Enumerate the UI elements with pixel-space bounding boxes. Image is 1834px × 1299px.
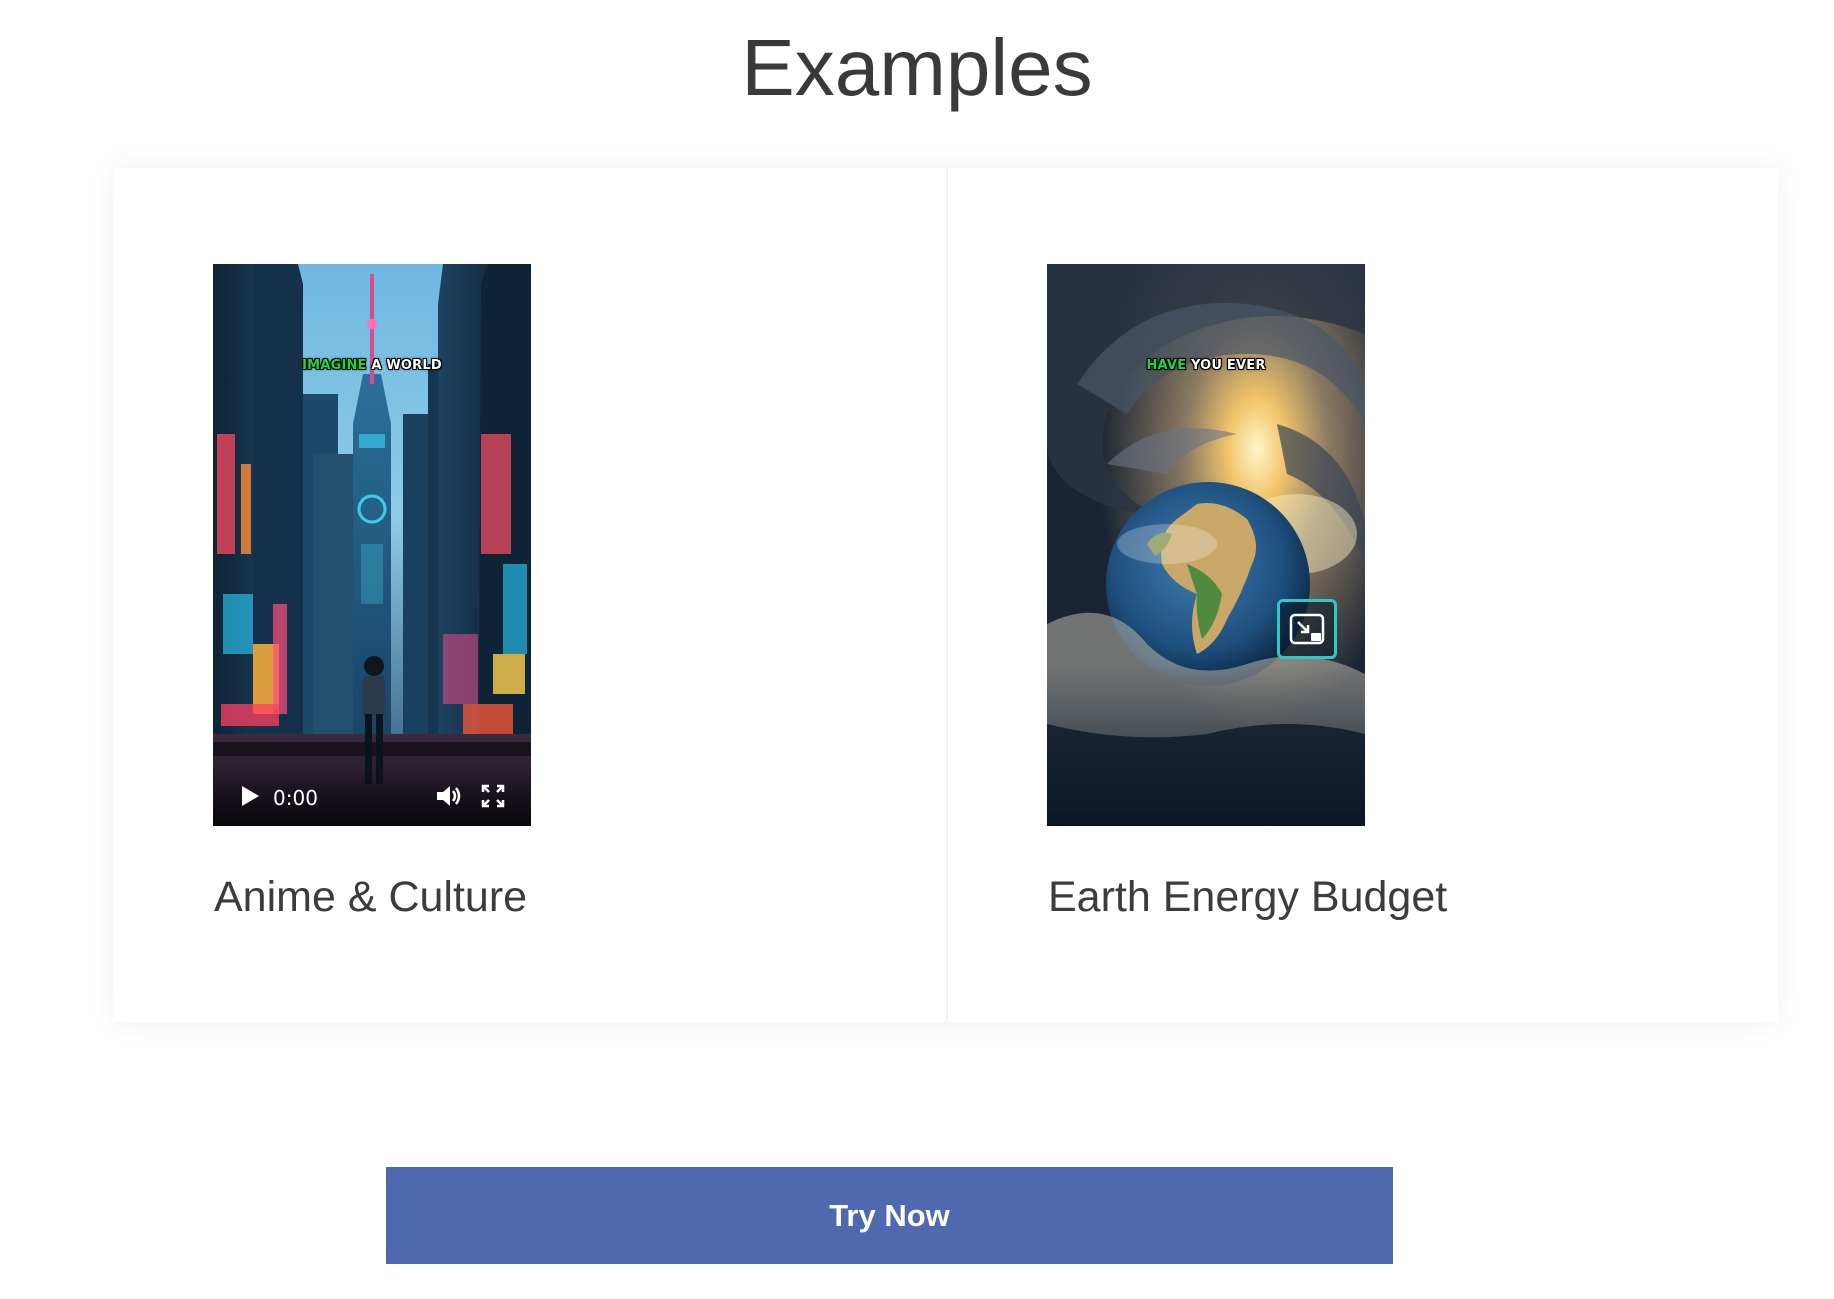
volume-icon[interactable] xyxy=(435,784,463,808)
section-title: Examples xyxy=(741,23,1093,112)
video-player[interactable]: IMAGINE A WORLD 0:00 xyxy=(213,264,531,826)
example-card-earth: HAVE YOU EVER Earth Energy Budget xyxy=(946,168,1778,1022)
play-icon[interactable] xyxy=(239,785,261,807)
fullscreen-icon[interactable] xyxy=(481,784,505,808)
card-title: Anime & Culture xyxy=(214,873,528,921)
picture-in-picture-icon[interactable] xyxy=(1277,599,1337,659)
example-card-anime: IMAGINE A WORLD 0:00 Anime & Culture xyxy=(114,168,946,1022)
card-title: Earth Energy Budget xyxy=(1048,873,1448,921)
video-caption: HAVE YOU EVER xyxy=(1047,358,1365,373)
caption-highlight-word: HAVE xyxy=(1146,358,1187,373)
video-thumbnail-city xyxy=(213,264,531,826)
video-caption: IMAGINE A WORLD xyxy=(213,358,531,373)
video-controls: 0:00 xyxy=(213,766,531,826)
caption-text: A WORLD xyxy=(371,358,442,373)
video-time: 0:00 xyxy=(273,786,318,810)
examples-page: Examples IMAGINE A WORLD 0:00 Anime & Cu… xyxy=(0,0,1834,1299)
try-now-button[interactable]: Try Now xyxy=(386,1167,1393,1264)
caption-highlight-word: IMAGINE xyxy=(302,358,367,373)
caption-text: YOU EVER xyxy=(1191,358,1266,373)
video-player[interactable]: HAVE YOU EVER xyxy=(1047,264,1365,826)
examples-grid: IMAGINE A WORLD 0:00 Anime & Culture HAV… xyxy=(114,168,1778,1022)
video-thumbnail-earth xyxy=(1047,264,1365,826)
